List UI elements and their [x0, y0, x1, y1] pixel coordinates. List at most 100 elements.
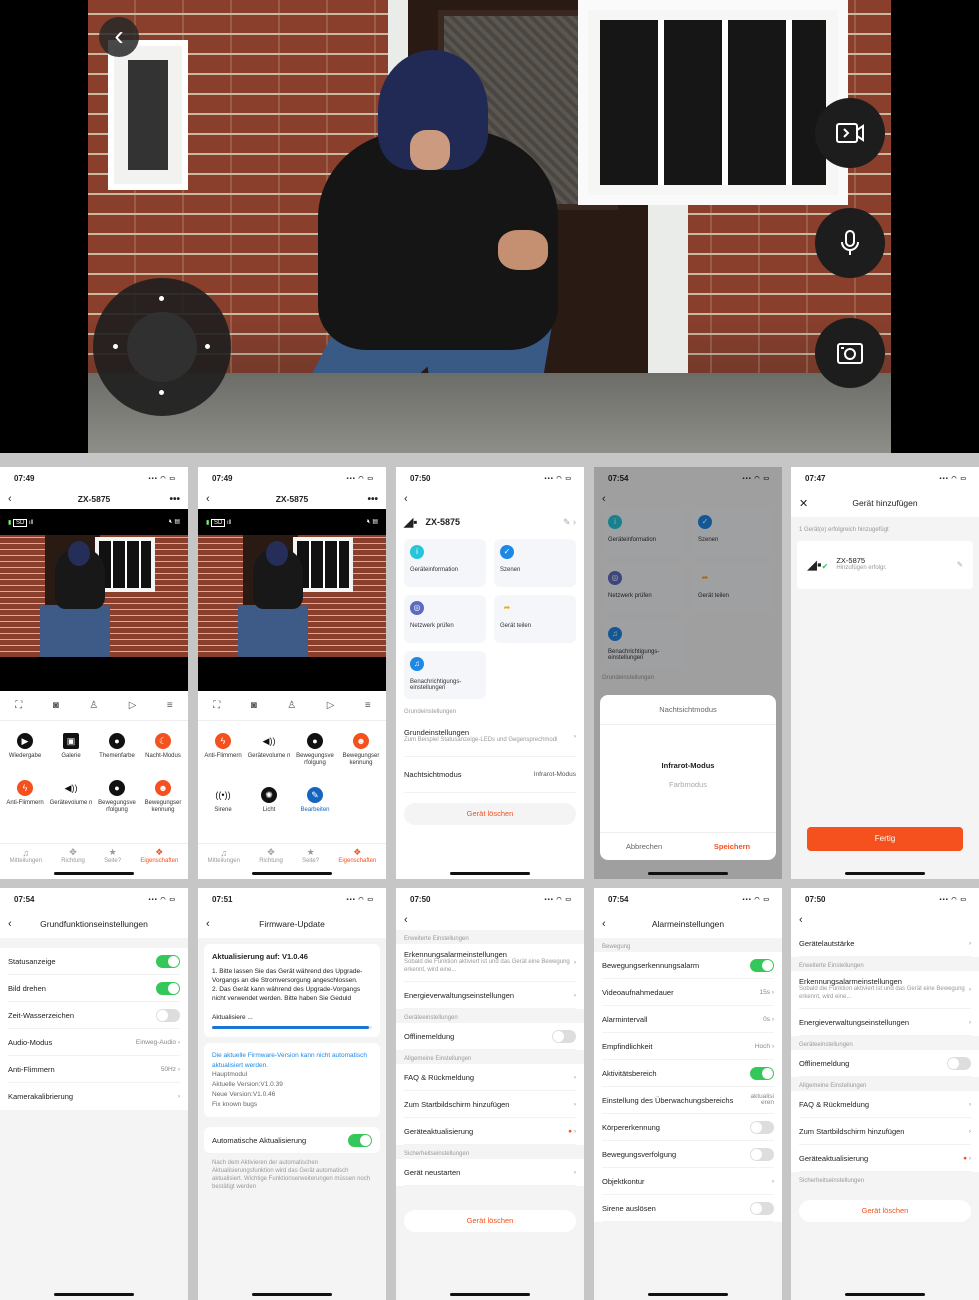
toggle-switch[interactable] [750, 1120, 774, 1134]
back-icon[interactable]: ‹ [206, 918, 210, 930]
grid-item-playback[interactable]: ▶ Wiedergabe [2, 727, 48, 760]
grid-item-theme[interactable]: ● Themenfarbe [94, 727, 140, 760]
live-feed-thumbnail[interactable] [0, 535, 188, 657]
row-alarm-interval[interactable]: Alarmintervall 0s › [602, 1006, 774, 1033]
row-add-homescreen[interactable]: Zum Startbildschirm hinzufügen › [799, 1118, 971, 1145]
row-motion-alarm[interactable]: Bewegungserkennungsalarm [602, 952, 774, 979]
tab-notifications[interactable]: ♫ Mitteilungen [10, 848, 42, 864]
row-motion-tracking[interactable]: Bewegungsverfolgung [602, 1141, 774, 1168]
tile-scenes[interactable]: ✓ Szenen [494, 539, 576, 587]
row-time-watermark[interactable]: Zeit-Wasserzeichen [8, 1002, 180, 1029]
row-device-update[interactable]: Geräteaktualisierung ● › [799, 1145, 971, 1172]
snapshot-icon[interactable]: ◙ [251, 700, 257, 711]
back-icon[interactable]: ‹ [799, 914, 803, 926]
tab-page[interactable]: ★ Seite? [104, 847, 121, 864]
record-icon[interactable]: ▷ [327, 700, 335, 711]
grid-item-siren[interactable]: ((•)) Sirene [200, 781, 246, 814]
toggle-switch[interactable] [348, 1133, 372, 1147]
tile-share-device[interactable]: ➦ Gerät teilen [494, 595, 576, 643]
tab-notifications[interactable]: ♫ Mitteilungen [208, 848, 240, 864]
save-button[interactable]: Speichern [714, 842, 750, 851]
tab-properties[interactable]: ❖ Eigenschaften [140, 847, 178, 864]
grid-item-motion-tracking[interactable]: ● Bewegungsve rfolgung [292, 727, 338, 767]
fullscreen-icon[interactable]: ⛶ [213, 700, 220, 711]
back-icon[interactable]: ‹ [404, 493, 408, 505]
row-alarm-settings[interactable]: Erkennungsalarmeinstellungen Sobald die F… [404, 944, 576, 982]
grid-item-anti-flicker[interactable]: ϟ Anti-Flimmern [200, 727, 246, 767]
edit-icon[interactable]: ✎ › [563, 517, 576, 528]
row-basic-settings[interactable]: Grundeinstellungen Zum Beispiel Statusanz… [404, 717, 576, 757]
edit-icon[interactable]: ✎ [957, 560, 963, 569]
tab-properties[interactable]: ❖ Eigenschaften [338, 847, 376, 864]
row-audio-mode[interactable]: Audio-Modus Einweg-Audio › [8, 1029, 180, 1056]
row-restart-device[interactable]: Gerät neustarten › [404, 1159, 576, 1186]
quality-icon[interactable]: ▤ [174, 519, 180, 525]
option-color[interactable]: Farbmodus [600, 780, 776, 789]
row-rotate-image[interactable]: Bild drehen [8, 975, 180, 1002]
record-video-button[interactable] [815, 98, 885, 168]
grid-item-night-mode[interactable]: ☾ Nacht-Modus [140, 727, 186, 760]
added-device-card[interactable]: ◢▪✔ ZX-5875 Hinzufügen erfolgr. ✎ [797, 540, 973, 589]
grid-item-gallery[interactable]: ▣ Galerie [48, 727, 94, 760]
row-faq[interactable]: FAQ & Rückmeldung › [799, 1091, 971, 1118]
row-sensitivity[interactable]: Empfindlichkeit Hoch › [602, 1033, 774, 1060]
grid-item-volume[interactable]: ◀)) Gerätevolume n [48, 774, 94, 814]
row-video-duration[interactable]: Videoaufnahmedauer 15s › [602, 979, 774, 1006]
option-infrared[interactable]: Infrarot-Modus [600, 761, 776, 770]
back-icon[interactable]: ‹ [206, 493, 210, 505]
snapshot-icon[interactable]: ◙ [53, 700, 59, 711]
grid-item-light[interactable]: ✺ Licht [246, 781, 292, 814]
toggle-switch[interactable] [750, 958, 774, 972]
delete-device-button[interactable]: Gerät löschen [404, 1210, 576, 1232]
microphone-icon[interactable]: ♙ [89, 700, 98, 711]
row-energy[interactable]: Energieverwaltungseinstellungen › [799, 1009, 971, 1036]
delete-device-button[interactable]: Gerät löschen [404, 803, 576, 825]
done-button[interactable]: Fertig [807, 827, 963, 851]
row-add-homescreen[interactable]: Zum Startbildschirm hinzufügen › [404, 1091, 576, 1118]
microphone-button[interactable] [815, 208, 885, 278]
tab-direction[interactable]: ✥ Richtung [259, 847, 283, 864]
cancel-button[interactable]: Abbrechen [626, 842, 662, 851]
back-icon[interactable]: ‹ [8, 493, 12, 505]
row-device-update[interactable]: Geräteaktualisierung ● › [404, 1118, 576, 1145]
row-energy[interactable]: Energieverwaltungseinstellungen › [404, 982, 576, 1009]
toggle-switch[interactable] [156, 954, 180, 968]
row-status-led[interactable]: Statusanzeige [8, 948, 180, 975]
tile-notifications[interactable]: ♫ Benachrichtigungs-einstellungen [404, 651, 486, 699]
snapshot-button[interactable] [815, 318, 885, 388]
fullscreen-icon[interactable]: ⛶ [15, 700, 22, 711]
toggle-switch[interactable] [750, 1147, 774, 1161]
ptz-joystick[interactable] [93, 278, 231, 416]
quality-icon[interactable]: ▤ [372, 519, 378, 525]
more-menu-button[interactable]: ••• [169, 494, 180, 505]
row-alarm-settings[interactable]: Erkennungsalarmeinstellungen Sobald die F… [799, 971, 971, 1009]
back-icon[interactable]: ‹ [8, 918, 12, 930]
toggle-switch[interactable] [750, 1066, 774, 1080]
tab-page[interactable]: ★ Seite? [302, 847, 319, 864]
more-menu-button[interactable]: ••• [367, 494, 378, 505]
row-zone-setting[interactable]: Einstellung des Überwachungsbereichs aktu… [602, 1087, 774, 1114]
microphone-icon[interactable]: ♙ [287, 700, 296, 711]
row-offline-alert[interactable]: Offlinemeldung [404, 1023, 576, 1050]
grid-item-motion-detection[interactable]: ☻ Bewegungser kennung [140, 774, 186, 814]
row-faq[interactable]: FAQ & Rückmeldung › [404, 1064, 576, 1091]
toggle-switch[interactable] [156, 1008, 180, 1022]
tile-network-check[interactable]: ◎ Netzwerk prüfen [404, 595, 486, 643]
collapse-icon[interactable]: ≡ [167, 700, 173, 711]
back-button[interactable]: ‹ [99, 17, 139, 57]
row-object-outline[interactable]: Objektkontur › [602, 1168, 774, 1195]
toggle-switch[interactable] [750, 1201, 774, 1215]
grid-item-motion-detection[interactable]: ☻ Bewegungser kennung [338, 727, 384, 767]
live-feed-thumbnail[interactable] [198, 535, 386, 657]
grid-item-anti-flicker[interactable]: ϟ Anti-Flimmern [2, 774, 48, 814]
row-activity-zone[interactable]: Aktivitätsbereich [602, 1060, 774, 1087]
row-offline-alert[interactable]: Offlinemeldung [799, 1050, 971, 1077]
toggle-switch[interactable] [156, 981, 180, 995]
row-camera-calibration[interactable]: Kamerakalibrierung › [8, 1083, 180, 1110]
grid-item-volume[interactable]: ◀)) Gerätevolume n [246, 727, 292, 767]
mute-icon[interactable]: 🔇︎ [367, 519, 371, 525]
row-auto-update[interactable]: Automatische Aktualisierung [204, 1127, 380, 1155]
row-anti-flicker[interactable]: Anti-Flimmern 50Hz › [8, 1056, 180, 1083]
collapse-icon[interactable]: ≡ [365, 700, 371, 711]
tile-device-info[interactable]: i Geräteinformation [404, 539, 486, 587]
